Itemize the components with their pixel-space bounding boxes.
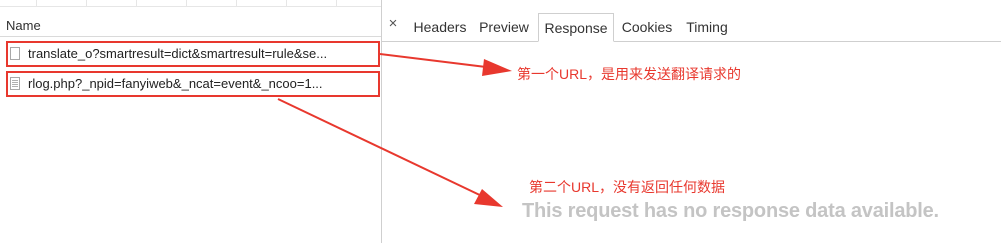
tab-response[interactable]: Response — [538, 13, 614, 42]
arrow-head-second — [474, 189, 503, 207]
devtools-network-screenshot: Name translate_o?smartresult=dict&smartr… — [0, 0, 1001, 243]
close-icon[interactable]: × — [385, 16, 401, 32]
annotation-second-url: 第二个URL，没有返回任何数据 — [529, 179, 726, 195]
name-column-header[interactable]: Name — [0, 7, 381, 37]
no-response-message: This request has no response data availa… — [522, 200, 939, 222]
timeline-grid-strip — [0, 0, 381, 7]
arrow-head-first — [482, 59, 512, 76]
request-list-panel: Name translate_o?smartresult=dict&smartr… — [0, 0, 381, 243]
tab-headers[interactable]: Headers — [410, 13, 470, 41]
highlight-box-first-url — [6, 41, 380, 67]
tab-preview[interactable]: Preview — [477, 13, 531, 41]
tab-cookies[interactable]: Cookies — [619, 13, 675, 41]
annotation-first-url: 第一个URL，是用来发送翻译请求的 — [517, 66, 742, 82]
details-tab-bar: × Headers Preview Response Cookies Timin… — [382, 10, 1001, 42]
highlight-box-second-url — [6, 71, 380, 97]
tab-timing[interactable]: Timing — [682, 13, 732, 41]
arrow-line-first — [379, 53, 487, 68]
